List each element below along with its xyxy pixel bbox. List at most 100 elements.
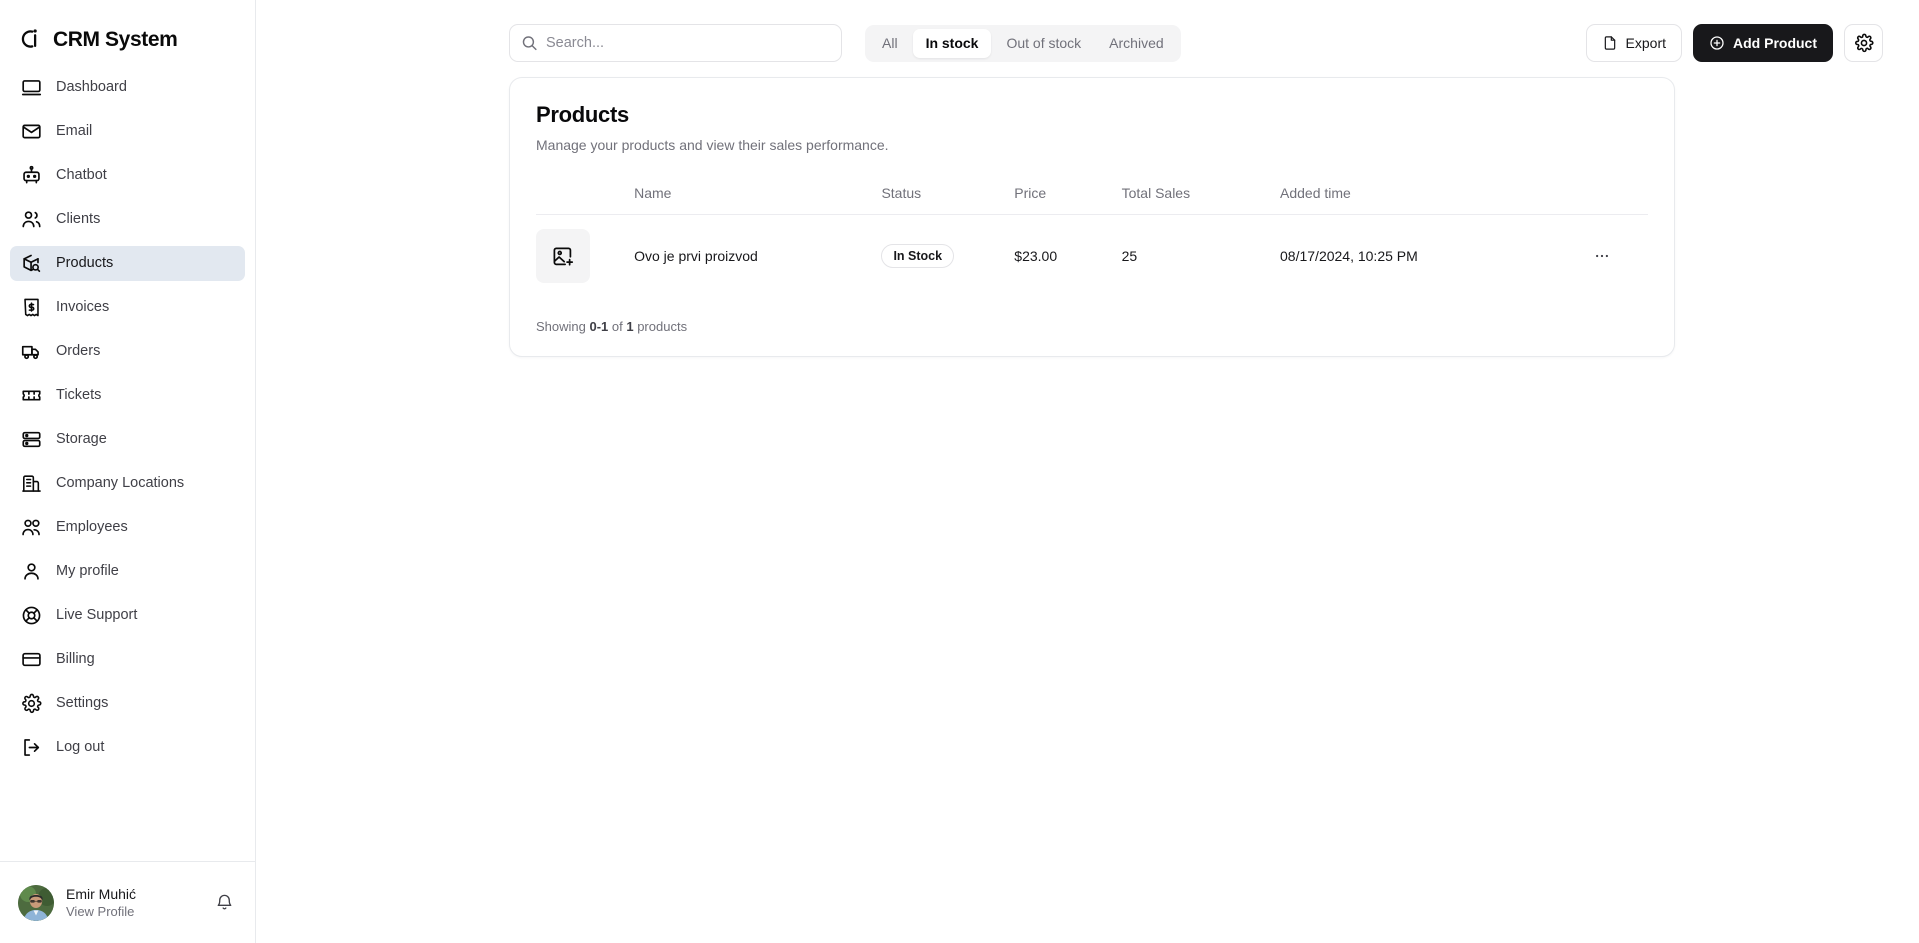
products-card: Products Manage your products and view t… — [509, 77, 1675, 358]
column-header-added-time: Added time — [1280, 185, 1587, 216]
sidebar-item-my-profile[interactable]: My profile — [10, 554, 245, 589]
add-product-button-label: Add Product — [1733, 35, 1817, 51]
sidebar-item-label: Orders — [56, 343, 101, 360]
sidebar-item-tickets[interactable]: Tickets — [10, 378, 245, 413]
bot-icon — [21, 165, 42, 186]
page-title: Products — [536, 102, 629, 127]
user-icon — [21, 561, 42, 582]
package-search-icon — [21, 253, 42, 274]
sidebar-nav: Dashboard Email Chatbot Clients Products… — [0, 70, 255, 861]
user-meta: Emir Muhić View Profile — [66, 887, 199, 918]
filter-tab-in-stock[interactable]: In stock — [912, 28, 992, 58]
export-button-label: Export — [1625, 35, 1666, 51]
product-added-time: 08/17/2024, 10:25 PM — [1280, 248, 1418, 265]
sidebar-item-label: Products — [56, 255, 114, 272]
logout-icon — [21, 737, 42, 758]
product-total-sales: 25 — [1121, 248, 1138, 265]
table-header-row: Name Status Price Total Sales Added time — [536, 185, 1648, 216]
avatar[interactable] — [18, 884, 54, 921]
gear-icon — [21, 693, 42, 714]
footer-total: 1 — [626, 319, 634, 335]
sidebar-item-chatbot[interactable]: Chatbot — [10, 158, 245, 193]
sidebar-item-dashboard[interactable]: Dashboard — [10, 70, 245, 105]
footer-range: 0-1 — [589, 319, 609, 335]
brand[interactable]: CRM System — [0, 0, 255, 60]
add-product-button[interactable]: Add Product — [1693, 24, 1833, 62]
sidebar-item-label: My profile — [56, 563, 119, 580]
footer-prefix: Showing — [536, 319, 590, 335]
users-icon — [21, 209, 42, 230]
sidebar-item-label: Invoices — [56, 299, 110, 316]
sidebar: CRM System Dashboard Email Chatbot Clien… — [0, 0, 256, 943]
table-row[interactable]: Ovo je prvi proizvod In Stock $23.00 25 … — [536, 215, 1648, 298]
sidebar-item-products[interactable]: Products — [10, 246, 245, 281]
sidebar-item-orders[interactable]: Orders — [10, 334, 245, 369]
export-button[interactable]: Export — [1585, 24, 1682, 62]
column-header-status: Status — [881, 185, 1015, 216]
sidebar-item-storage[interactable]: Storage — [10, 422, 245, 457]
sidebar-item-label: Chatbot — [56, 167, 107, 184]
filter-tab-out-of-stock[interactable]: Out of stock — [993, 29, 1094, 58]
brand-name: CRM System — [53, 27, 178, 51]
sidebar-item-label: Storage — [56, 431, 107, 448]
truck-icon — [21, 341, 42, 362]
product-thumbnail-cell — [536, 215, 634, 298]
product-price: $23.00 — [1014, 248, 1058, 265]
table-head: Name Status Price Total Sales Added time — [536, 185, 1648, 216]
products-table: Name Status Price Total Sales Added time — [536, 185, 1648, 297]
sidebar-item-employees[interactable]: Employees — [10, 510, 245, 545]
sidebar-user-footer: Emir Muhić View Profile — [0, 861, 255, 943]
view-profile-link[interactable]: View Profile — [66, 905, 199, 918]
building-icon — [21, 473, 42, 494]
column-header-name: Name — [634, 185, 882, 216]
sidebar-item-settings[interactable]: Settings — [10, 686, 245, 721]
app-root: CRM System Dashboard Email Chatbot Clien… — [0, 0, 1919, 943]
plus-circle-icon — [1709, 35, 1725, 51]
credit-card-icon — [21, 649, 42, 670]
column-header-actions — [1586, 185, 1648, 216]
sidebar-item-company-locations[interactable]: Company Locations — [10, 466, 245, 501]
column-header-thumb — [536, 185, 635, 216]
search-input[interactable] — [509, 24, 842, 62]
crm-logo-icon — [18, 26, 44, 52]
footer-middle: of — [608, 319, 627, 335]
product-status-cell: In Stock — [881, 215, 1014, 298]
file-icon — [1602, 35, 1618, 51]
ticket-icon — [21, 385, 42, 406]
users-group-icon — [21, 517, 42, 538]
column-header-price: Price — [1014, 185, 1122, 216]
user-name: Emir Muhić — [66, 886, 137, 902]
search-field-wrapper — [509, 24, 842, 62]
filter-tab-archived[interactable]: Archived — [1096, 29, 1176, 58]
lifebuoy-icon — [21, 605, 42, 626]
receipt-dollar-icon — [21, 297, 42, 318]
image-plus-icon[interactable] — [536, 229, 590, 284]
status-badge: In Stock — [881, 244, 955, 269]
sidebar-item-label: Email — [56, 123, 93, 140]
monitor-icon — [21, 77, 42, 98]
gear-icon — [1854, 33, 1874, 53]
product-actions-cell — [1587, 215, 1648, 298]
sidebar-item-clients[interactable]: Clients — [10, 202, 245, 237]
sidebar-item-invoices[interactable]: Invoices — [10, 290, 245, 325]
column-header-total-sales: Total Sales — [1121, 185, 1281, 216]
bell-icon[interactable] — [211, 890, 237, 916]
table-footer: Showing 0-1 of 1 products — [536, 319, 1648, 334]
sidebar-item-label: Live Support — [56, 607, 138, 624]
sidebar-item-live-support[interactable]: Live Support — [10, 598, 245, 633]
filter-tab-all[interactable]: All — [869, 29, 911, 58]
sidebar-item-email[interactable]: Email — [10, 114, 245, 149]
settings-gear-button[interactable] — [1844, 24, 1883, 62]
more-horizontal-icon[interactable] — [1587, 243, 1617, 269]
main-content: All In stock Out of stock Archived Expor… — [256, 0, 1919, 943]
product-name: Ovo je prvi proizvod — [634, 248, 758, 265]
footer-suffix: products — [633, 319, 688, 335]
sidebar-item-billing[interactable]: Billing — [10, 642, 245, 677]
sidebar-item-label: Dashboard — [56, 79, 127, 96]
sidebar-item-log-out[interactable]: Log out — [10, 730, 245, 765]
sidebar-item-label: Company Locations — [56, 475, 185, 492]
mail-icon — [21, 121, 42, 142]
page-subtitle: Manage your products and view their sale… — [536, 137, 889, 154]
sidebar-item-label: Employees — [56, 519, 128, 536]
toolbar-actions: Export Add Product — [1585, 24, 1883, 62]
